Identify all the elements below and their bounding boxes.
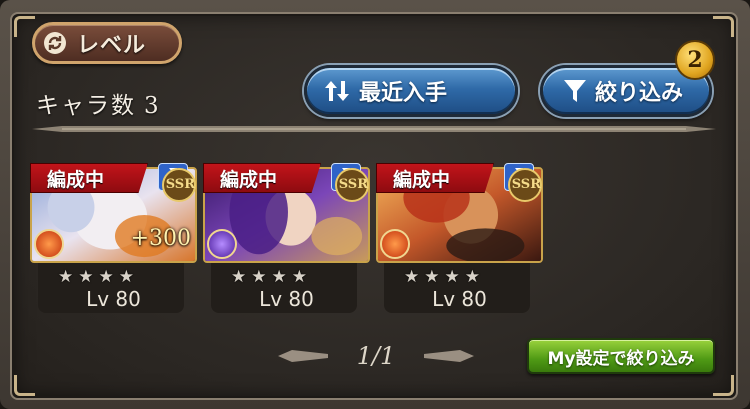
header-divider (32, 126, 716, 132)
fire-element-icon (34, 229, 64, 259)
sort-updown-icon (325, 81, 349, 101)
corner-ornament (713, 16, 734, 37)
corner-ornament (14, 16, 35, 37)
dark-element-icon (207, 229, 237, 259)
character-card[interactable]: 編成中 SSR ★ ★ ★ ★ Lv 80 (376, 163, 543, 313)
pagination: 1/1 (278, 342, 474, 370)
character-count-value: 3 (144, 93, 161, 119)
recent-acquired-label: 最近入手 (359, 81, 448, 106)
star-icon: ★ (251, 267, 267, 287)
filter-count-badge: 2 (675, 40, 715, 80)
funnel-icon (564, 80, 586, 102)
star-icon: ★ (78, 267, 94, 287)
level-label: Lv 80 (432, 287, 487, 311)
rarity-label: SSR (338, 177, 368, 192)
sort-button-label: レベル (77, 33, 147, 58)
in-party-tag: 編成中 (376, 163, 494, 193)
star-icon: ★ (58, 267, 74, 287)
in-party-tag: 編成中 (203, 163, 321, 193)
star-icon: ★ (118, 267, 134, 287)
level-label: Lv 80 (259, 287, 314, 311)
filter-label: 絞り込み (595, 81, 684, 106)
rarity-label: SSR (511, 177, 541, 192)
character-card[interactable]: 編成中 SSR ★ ★ ★ ★ Lv 80 (203, 163, 370, 313)
sort-by-level-button[interactable]: レベル (32, 22, 182, 64)
star-icon: ★ (464, 267, 480, 287)
character-count: キャラ数 3 (36, 86, 161, 120)
in-party-tag: 編成中 (30, 163, 148, 193)
character-count-label: キャラ数 (36, 93, 136, 119)
page-indicator: 1/1 (356, 342, 396, 370)
refresh-icon (44, 32, 66, 54)
rarity-label: SSR (165, 177, 195, 192)
character-card[interactable]: 編成中 SSR +300 ★ ★ ★ ★ Lv 80 (30, 163, 197, 313)
uncap-stars: ★ ★ ★ ★ (58, 267, 134, 287)
prev-page-arrow-icon[interactable] (278, 349, 328, 363)
star-icon: ★ (444, 267, 460, 287)
star-icon: ★ (271, 267, 287, 287)
next-page-arrow-icon[interactable] (424, 349, 474, 363)
my-settings-filter-button[interactable]: My設定で絞り込み (527, 338, 715, 374)
level-label: Lv 80 (86, 287, 141, 311)
corner-ornament (14, 375, 35, 396)
corner-ornament (713, 375, 734, 396)
fire-element-icon (380, 229, 410, 259)
star-icon: ★ (404, 267, 420, 287)
recent-acquired-sort-button[interactable]: 最近入手 (304, 65, 518, 117)
star-icon: ★ (291, 267, 307, 287)
uncap-stars: ★ ★ ★ ★ (404, 267, 480, 287)
star-icon: ★ (98, 267, 114, 287)
uncap-stars: ★ ★ ★ ★ (231, 267, 307, 287)
star-icon: ★ (231, 267, 247, 287)
star-icon: ★ (424, 267, 440, 287)
plus-bonus: +300 (130, 226, 191, 251)
